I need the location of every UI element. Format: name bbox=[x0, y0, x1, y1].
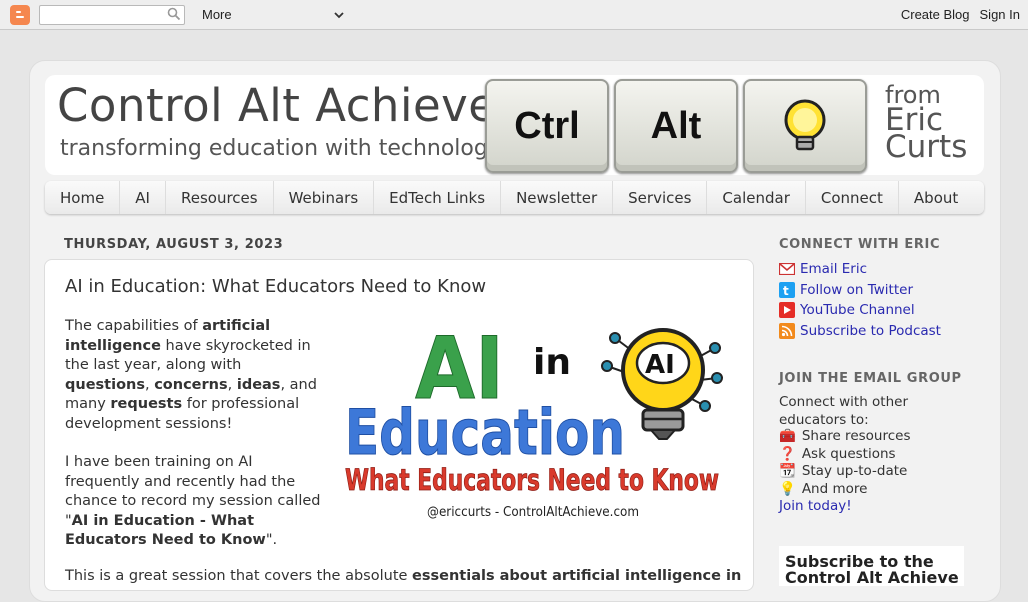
toolbox-icon: 🧰 bbox=[779, 428, 796, 444]
tab-webinars[interactable]: Webinars bbox=[274, 181, 375, 214]
blogger-navbar: More Create Blog Sign In bbox=[0, 0, 1028, 30]
podcast-link[interactable]: Subscribe to Podcast bbox=[779, 323, 941, 339]
youtube-link[interactable]: YouTube Channel bbox=[779, 302, 915, 318]
image-in-text: in bbox=[533, 342, 571, 383]
sign-in-link[interactable]: Sign In bbox=[980, 7, 1020, 22]
post-feature-image[interactable]: AI in Education What Educators Need to K… bbox=[345, 318, 735, 526]
email-benefit-item: 📆 Stay up-to-date bbox=[779, 463, 908, 479]
email-group-heading: JOIN THE EMAIL GROUP bbox=[779, 371, 962, 386]
post-body: The capabilities of artificial intellige… bbox=[65, 317, 325, 570]
email-icon bbox=[779, 261, 795, 277]
post-date: THURSDAY, AUGUST 3, 2023 bbox=[64, 237, 284, 252]
image-credit-text: @ericcurts - ControlAltAchieve.com bbox=[427, 505, 639, 520]
post-card: AI in Education: What Educators Need to … bbox=[44, 259, 754, 591]
email-group-intro: Connect with other educators to: bbox=[779, 394, 909, 428]
post-paragraph-1: The capabilities of artificial intellige… bbox=[65, 318, 317, 432]
author-credit: from Eric Curts bbox=[885, 81, 968, 165]
post-paragraph-3: This is a great session that covers the … bbox=[65, 568, 742, 584]
tab-newsletter[interactable]: Newsletter bbox=[501, 181, 614, 214]
main-nav: Home AI Resources Webinars EdTech Links … bbox=[45, 181, 984, 214]
twitter-icon: t bbox=[779, 282, 795, 298]
subscribe-box-title: Subscribe to the Control Alt Achieve bbox=[785, 552, 959, 587]
chevron-down-icon bbox=[334, 7, 344, 22]
blogger-logo-icon[interactable] bbox=[10, 5, 30, 25]
create-blog-link[interactable]: Create Blog bbox=[901, 7, 970, 22]
question-icon: ❓ bbox=[779, 446, 796, 462]
tab-resources[interactable]: Resources bbox=[166, 181, 274, 214]
alt-key-graphic: Alt bbox=[614, 79, 738, 173]
blog-subtitle: transforming education with technology bbox=[60, 136, 501, 161]
subscribe-box: Subscribe to the Control Alt Achieve bbox=[779, 546, 964, 586]
connect-heading: CONNECT WITH ERIC bbox=[779, 237, 941, 252]
email-benefit-item: 💡 And more bbox=[779, 481, 868, 497]
blog-title[interactable]: Control Alt Achieve bbox=[57, 79, 496, 132]
tab-ai[interactable]: AI bbox=[120, 181, 166, 214]
post-paragraph-2: I have been training on AI frequently an… bbox=[65, 454, 321, 548]
tab-about[interactable]: About bbox=[899, 181, 973, 214]
post-title[interactable]: AI in Education: What Educators Need to … bbox=[65, 276, 486, 297]
youtube-icon bbox=[779, 302, 795, 318]
calendar-icon: 📆 bbox=[779, 463, 796, 479]
image-education-text: Education bbox=[345, 396, 625, 469]
bulb-ai-text: AI bbox=[645, 350, 675, 380]
tab-calendar[interactable]: Calendar bbox=[707, 181, 806, 214]
ctrl-key-graphic: Ctrl bbox=[485, 79, 609, 173]
tab-connect[interactable]: Connect bbox=[806, 181, 899, 214]
image-tagline-text: What Educators Need to Know bbox=[345, 463, 719, 497]
lightbulb-icon: 💡 bbox=[779, 481, 796, 497]
rss-icon bbox=[779, 323, 795, 339]
twitter-link[interactable]: t Follow on Twitter bbox=[779, 282, 913, 298]
join-today-link[interactable]: Join today! bbox=[779, 498, 852, 514]
email-benefit-item: 🧰 Share resources bbox=[779, 428, 911, 444]
email-eric-link[interactable]: Email Eric bbox=[779, 261, 867, 277]
more-dropdown[interactable]: More bbox=[202, 7, 344, 22]
tab-home[interactable]: Home bbox=[45, 181, 121, 214]
tab-edtech-links[interactable]: EdTech Links bbox=[374, 181, 502, 214]
email-benefit-item: ❓ Ask questions bbox=[779, 446, 896, 462]
blog-search-input[interactable] bbox=[39, 5, 185, 25]
tab-services[interactable]: Services bbox=[613, 181, 708, 214]
svg-text:t: t bbox=[783, 284, 789, 296]
more-label: More bbox=[202, 7, 232, 22]
lightbulb-icon bbox=[784, 99, 826, 151]
search-icon[interactable] bbox=[167, 7, 181, 24]
blog-header[interactable]: Control Alt Achieve transforming educati… bbox=[45, 75, 984, 175]
lightbulb-key-graphic bbox=[743, 79, 867, 173]
